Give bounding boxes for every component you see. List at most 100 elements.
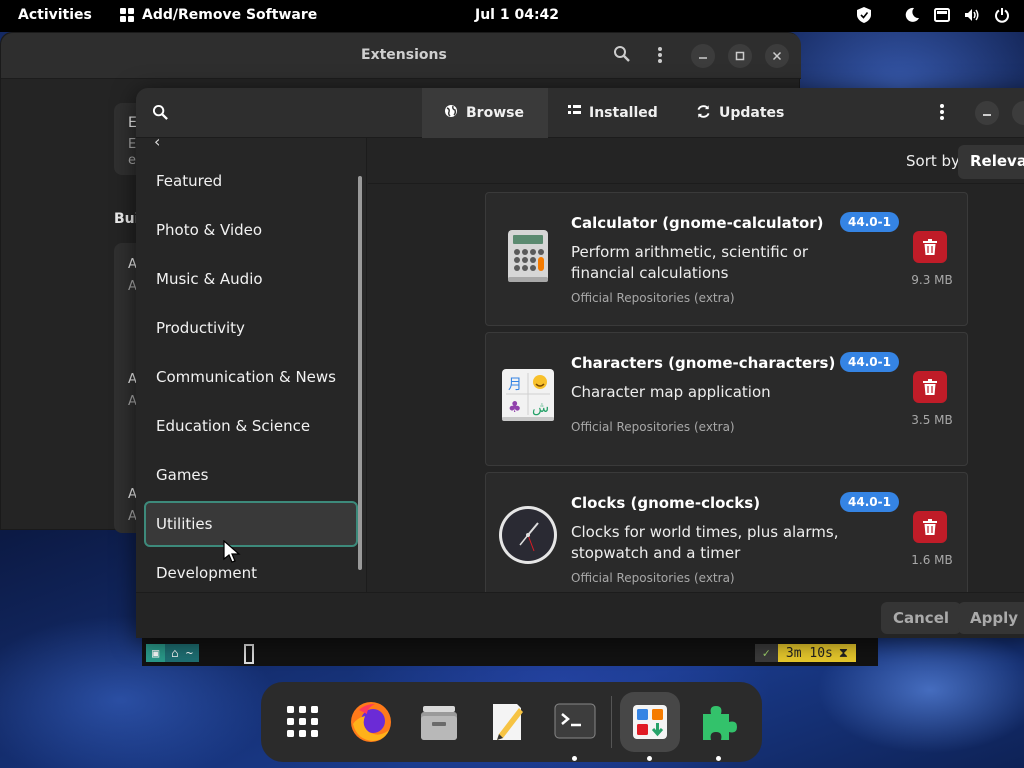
terminal-status: ✓ 3m 10s ⧗	[754, 644, 856, 662]
remove-button[interactable]	[913, 371, 947, 403]
app-description: Character map application	[571, 383, 771, 401]
software-header: Browse Installed Updates	[136, 88, 1024, 138]
app-size: 3.5 MB	[911, 413, 953, 427]
maximize-button[interactable]	[1012, 101, 1024, 125]
trash-icon	[923, 379, 937, 395]
shield-icon[interactable]	[856, 6, 872, 24]
power-icon[interactable]	[994, 6, 1010, 24]
software-window[interactable]: Browse Installed Updates ‹ Featured Phot…	[136, 88, 1024, 638]
terminal-cursor	[244, 644, 254, 664]
category-utilities[interactable]: Utilities	[144, 501, 358, 547]
app-name: Clocks (gnome-clocks)	[571, 494, 761, 512]
screen-share-icon[interactable]	[934, 6, 950, 24]
remove-button[interactable]	[913, 231, 947, 263]
top-bar: Activities Add/Remove Software Jul 1 04:…	[0, 0, 1024, 32]
category-education-science[interactable]: Education & Science	[144, 403, 358, 449]
minimize-button[interactable]	[975, 101, 999, 125]
mouse-pointer-icon	[223, 539, 241, 568]
dock-extensions[interactable]	[689, 692, 749, 761]
extensions-header: Extensions	[1, 33, 801, 79]
close-button[interactable]	[765, 44, 789, 68]
category-featured[interactable]: Featured	[144, 158, 358, 204]
category-games[interactable]: Games	[144, 452, 358, 498]
app-description: Perform arithmetic, scientific or financ…	[571, 243, 809, 282]
sort-dropdown[interactable]: Relevance	[958, 145, 1024, 179]
sidebar-scrollbar[interactable]	[358, 176, 362, 570]
dock-separator	[611, 696, 612, 748]
dock-firefox[interactable]	[341, 692, 401, 752]
version-badge: 44.0-1	[840, 492, 899, 512]
category-music-audio[interactable]: Music & Audio	[144, 256, 358, 302]
text-editor-icon	[493, 704, 523, 740]
version-badge: 44.0-1	[840, 212, 899, 232]
app-repository: Official Repositories (extra)	[571, 571, 735, 585]
tab-browse[interactable]: Browse	[422, 88, 548, 138]
tab-updates[interactable]: Updates	[674, 88, 806, 138]
running-indicator	[716, 756, 721, 761]
tab-installed[interactable]: Installed	[546, 88, 680, 138]
clock[interactable]: Jul 1 04:42	[475, 7, 559, 23]
dock-app-grid[interactable]	[273, 692, 333, 752]
action-footer: Cancel Apply	[136, 592, 1024, 638]
terminal-prompt: ▣ ⌂ ~	[146, 644, 199, 662]
category-productivity[interactable]: Productivity	[144, 305, 358, 351]
kebab-menu-icon[interactable]	[657, 46, 663, 68]
home-icon: ⌂	[171, 646, 179, 660]
svg-text:♣: ♣	[508, 398, 521, 416]
refresh-icon	[696, 104, 711, 123]
terminal-icon	[554, 703, 596, 739]
software-icon	[633, 705, 667, 739]
app-repository: Official Repositories (extra)	[571, 420, 735, 434]
dock-text-editor[interactable]	[477, 692, 537, 752]
minimize-button[interactable]	[691, 44, 715, 68]
extensions-icon	[703, 706, 737, 740]
app-card-calculator[interactable]: Calculator (gnome-calculator) Perform ar…	[485, 192, 968, 326]
apply-button[interactable]: Apply	[958, 602, 1024, 634]
hourglass-icon: ⧗	[838, 645, 848, 661]
version-badge: 44.0-1	[840, 352, 899, 372]
remove-button[interactable]	[913, 511, 947, 543]
app-menu-icon	[120, 8, 134, 22]
activities-button[interactable]: Activities	[18, 7, 92, 23]
app-size: 1.6 MB	[911, 553, 953, 567]
distro-icon: ▣	[146, 644, 166, 662]
category-communication-news[interactable]: Communication & News	[144, 354, 358, 400]
status-duration: 3m 10s ⧗	[777, 644, 856, 662]
app-card-clocks[interactable]: Clocks (gnome-clocks) Clocks for world t…	[485, 472, 968, 592]
list-icon	[568, 105, 581, 121]
sort-label: Sort by	[906, 152, 960, 170]
app-menu[interactable]: Add/Remove Software	[120, 7, 317, 23]
app-description: Clocks for world times, plus alarms, sto…	[571, 523, 839, 562]
app-card-characters[interactable]: 月 ♣ ش Characters (gnome-characters) Char…	[485, 332, 968, 466]
characters-icon: 月 ♣ ش	[498, 365, 558, 425]
app-list-panel[interactable]: Sort by Relevance Calcul	[368, 138, 1024, 592]
app-name: Characters (gnome-characters)	[571, 354, 836, 372]
search-icon[interactable]	[613, 45, 631, 67]
maximize-button[interactable]	[728, 44, 752, 68]
extension-card-text: E	[128, 137, 137, 152]
firefox-icon	[351, 702, 391, 742]
dock-files[interactable]	[409, 692, 469, 752]
app-name: Calculator (gnome-calculator)	[571, 214, 824, 232]
clock-icon	[498, 505, 558, 565]
category-sidebar[interactable]: ‹ Featured Photo & Video Music & Audio P…	[136, 138, 367, 592]
home-segment: ⌂ ~	[165, 644, 199, 662]
globe-icon	[444, 104, 458, 122]
night-light-icon[interactable]	[904, 6, 920, 24]
volume-icon[interactable]	[964, 6, 980, 24]
trash-icon	[923, 519, 937, 535]
chevron-left-icon[interactable]: ‹	[154, 138, 160, 151]
dock-software[interactable]	[620, 692, 680, 761]
kebab-menu-icon[interactable]	[939, 103, 945, 125]
sort-bar: Sort by Relevance	[368, 138, 1024, 184]
system-tray[interactable]	[856, 6, 1010, 24]
calculator-icon	[498, 225, 558, 285]
trash-icon	[923, 239, 937, 255]
app-size: 9.3 MB	[911, 273, 953, 287]
extensions-title: Extensions	[361, 47, 447, 63]
category-photo-video[interactable]: Photo & Video	[144, 207, 358, 253]
dock-terminal[interactable]	[545, 692, 605, 761]
cancel-button[interactable]: Cancel	[881, 602, 962, 634]
category-development[interactable]: Development	[144, 550, 358, 592]
search-icon[interactable]	[152, 104, 169, 125]
